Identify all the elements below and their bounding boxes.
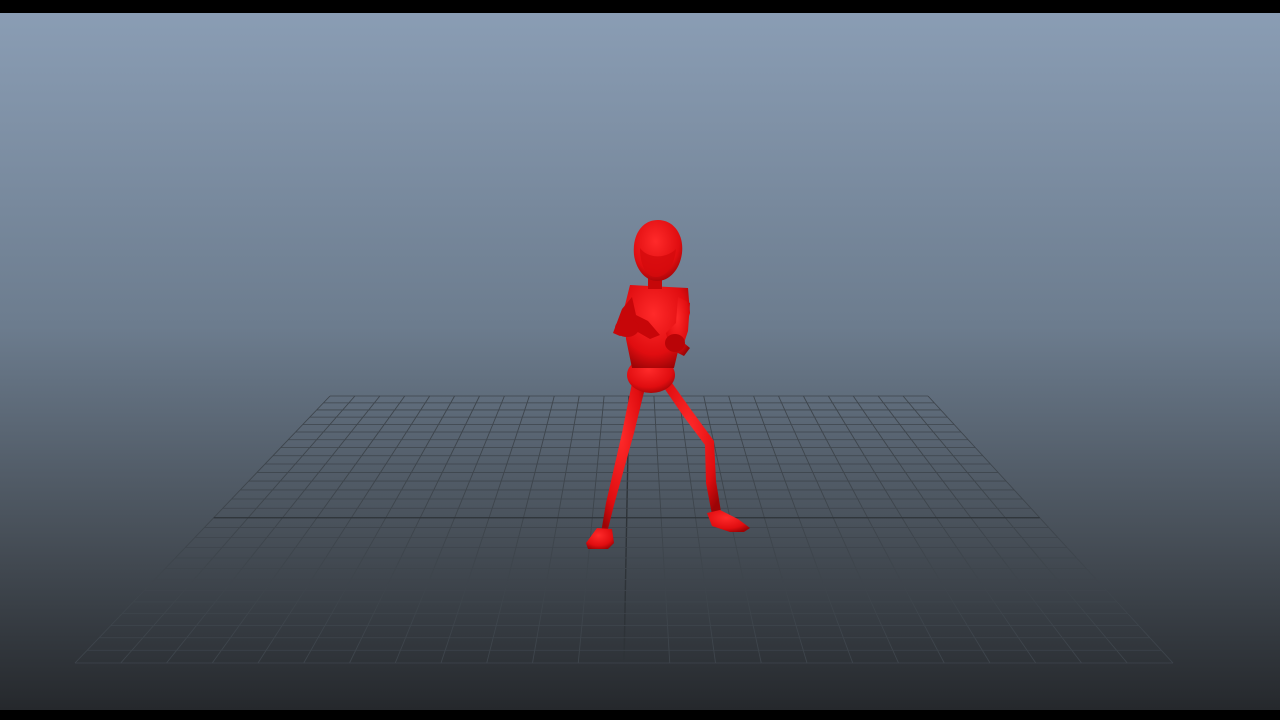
- letterbox-top: [0, 0, 1280, 13]
- character-right-fist: [665, 334, 685, 352]
- viewport-canvas[interactable]: [0, 13, 1280, 710]
- maya-app-window: [0, 0, 1280, 720]
- 3d-viewport[interactable]: [0, 13, 1280, 710]
- letterbox-bottom: [0, 710, 1280, 720]
- character-left-fist: [615, 319, 639, 337]
